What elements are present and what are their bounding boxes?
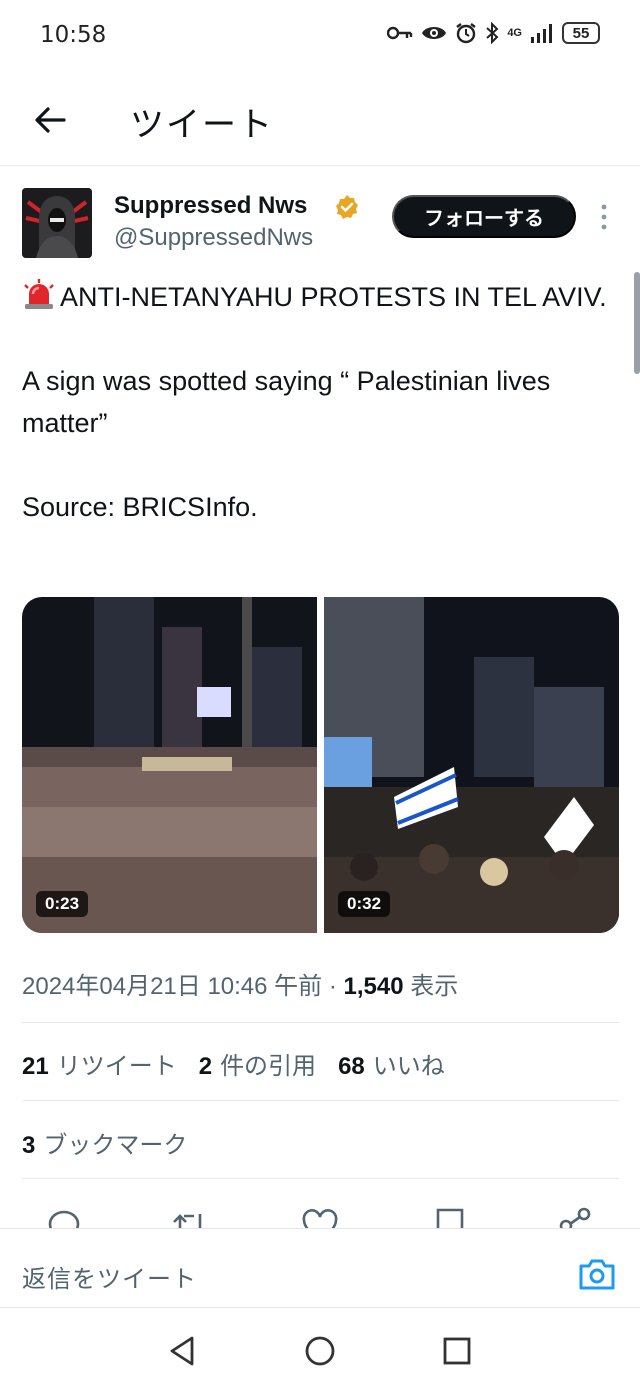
user-handle[interactable]: @SuppressedNws	[114, 224, 313, 252]
tweet-text-headline: ANTI-NETANYAHU PROTESTS IN TEL AVIV.	[60, 282, 607, 312]
meta-separator: ·	[322, 973, 344, 1000]
video-thumbnail[interactable]: 0:23	[22, 597, 317, 933]
camera-icon[interactable]	[578, 1257, 616, 1291]
video-thumbnail[interactable]: 0:32	[324, 597, 619, 933]
app-header: ツイート	[0, 72, 640, 166]
nav-recents-icon[interactable]	[440, 1334, 474, 1368]
likes-count: 68	[338, 1053, 365, 1080]
likes-stat[interactable]: 68 いいね	[338, 1046, 445, 1081]
media-grid: 0:23 0:32	[22, 597, 619, 933]
nav-home-icon[interactable]	[303, 1334, 337, 1368]
avatar[interactable]	[22, 188, 92, 258]
retweet-icon[interactable]	[170, 1206, 210, 1228]
reply-bar: 返信をツイート	[0, 1228, 640, 1308]
tweet-meta: 2024年04月21日 10:46 午前 · 1,540 表示	[22, 966, 458, 1001]
alarm-icon	[456, 23, 477, 44]
likes-label: いいね	[372, 1053, 445, 1080]
retweets-label: リツイート	[56, 1053, 177, 1080]
more-vertical-icon[interactable]	[594, 202, 614, 232]
quotes-count: 2	[198, 1053, 213, 1080]
bookmarks-label: ブックマーク	[43, 1132, 188, 1159]
quotes-label: 件の引用	[220, 1053, 317, 1080]
video-duration: 0:23	[36, 891, 89, 917]
views-label: 表示	[410, 973, 459, 1000]
tweet-timestamp[interactable]: 2024年04月21日 10:46 午前	[22, 973, 322, 1000]
status-time: 10:58	[40, 22, 107, 48]
video-duration: 0:32	[338, 891, 391, 917]
signal-icon	[531, 24, 552, 43]
tweet-text-line1: ANTI-NETANYAHU PROTESTS IN TEL AVIV.	[22, 276, 622, 318]
eye-icon	[422, 27, 447, 39]
bluetooth-icon	[486, 22, 499, 44]
tweet-actions	[0, 1200, 640, 1228]
status-bar: 10:58 4G 55	[0, 0, 640, 72]
system-nav-bar	[0, 1310, 640, 1386]
scrollbar[interactable]	[634, 272, 640, 374]
bookmarks-stat[interactable]: 3 ブックマーク	[22, 1125, 187, 1160]
tweet-text: ANTI-NETANYAHU PROTESTS IN TEL AVIV. A s…	[22, 276, 622, 528]
divider	[22, 1022, 619, 1023]
divider	[22, 1100, 619, 1101]
status-icons: 4G 55	[387, 22, 600, 44]
bookmarks-count: 3	[22, 1132, 36, 1159]
share-icon[interactable]	[556, 1206, 596, 1228]
retweets-count: 21	[22, 1053, 49, 1080]
nav-back-icon[interactable]	[166, 1334, 200, 1368]
reply-input[interactable]: 返信をツイート	[22, 1259, 197, 1294]
quotes-stat[interactable]: 2 件の引用	[199, 1046, 316, 1081]
back-arrow-icon[interactable]	[30, 100, 70, 140]
follow-button[interactable]: フォローする	[392, 195, 576, 238]
like-icon[interactable]	[300, 1206, 340, 1228]
reply-icon[interactable]	[44, 1206, 84, 1228]
battery-indicator: 55	[562, 22, 600, 44]
engagement-stats: 21 リツイート 2 件の引用 68 いいね	[22, 1046, 445, 1081]
key-icon	[387, 26, 413, 40]
tweet-author: Suppressed Nws @SuppressedNws フォローする	[22, 188, 622, 260]
display-name[interactable]: Suppressed Nws	[114, 192, 307, 220]
network-type: 4G	[507, 27, 522, 39]
bookmark-icon[interactable]	[430, 1206, 470, 1228]
retweets-stat[interactable]: 21 リツイート	[22, 1046, 177, 1081]
divider	[22, 1178, 619, 1179]
tweet-text-line3: Source: BRICSInfo.	[22, 492, 258, 522]
page-title: ツイート	[130, 105, 274, 145]
views-count: 1,540	[343, 973, 404, 1000]
siren-icon	[24, 279, 54, 309]
tweet-text-line2: A sign was spotted saying “ Palestinian …	[22, 366, 551, 438]
verified-badge-icon	[336, 195, 358, 219]
